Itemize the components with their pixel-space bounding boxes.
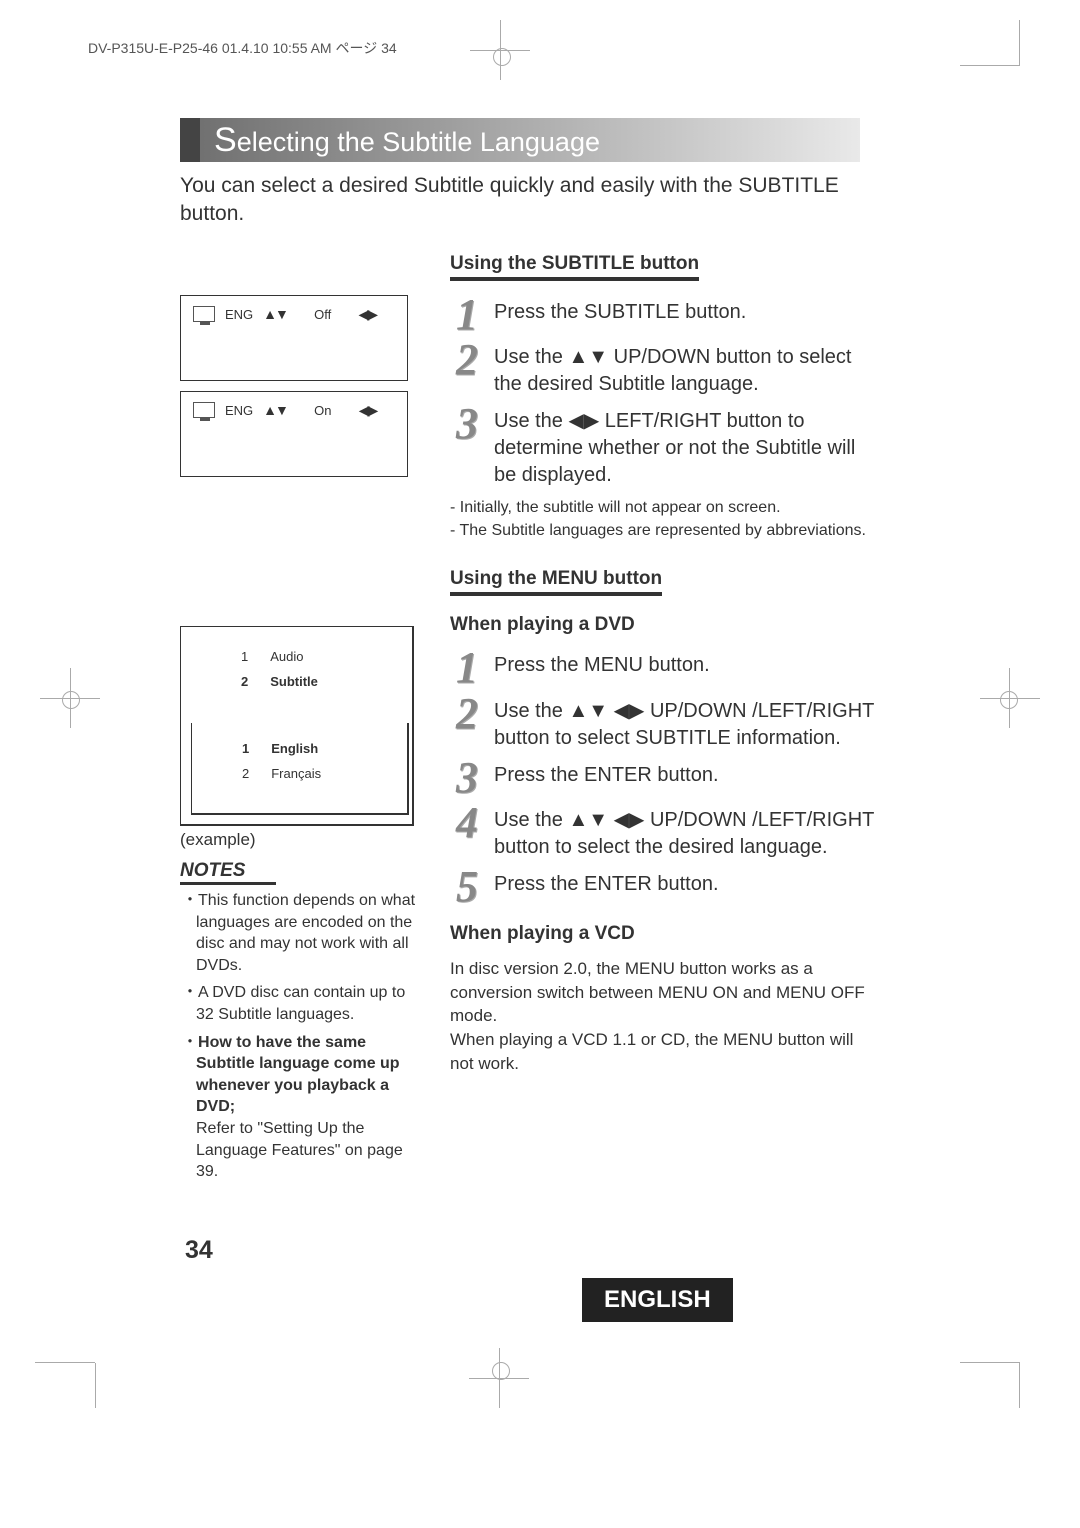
step-number: 5: [450, 867, 484, 907]
crop-mark: [95, 1363, 96, 1408]
step-2: 2 Use the ▲▼ ◀▶ UP/DOWN /LEFT/RIGHT butt…: [450, 694, 880, 752]
tv-icon: [193, 402, 215, 418]
sub-heading-dvd: When playing a DVD: [450, 614, 880, 636]
step-number: 4: [450, 803, 484, 861]
step-footnotes: - Initially, the subtitle will not appea…: [450, 497, 880, 542]
crop-mark: [70, 668, 71, 728]
step-number: 2: [450, 340, 484, 398]
notes-heading: NOTES: [180, 860, 261, 882]
page-title: Selecting the Subtitle Language: [214, 121, 600, 160]
crop-mark: [35, 1362, 95, 1363]
left-right-arrows-icon: ◀▶: [358, 306, 376, 323]
step-text: Press the ENTER button.: [494, 758, 719, 798]
step-5: 5 Press the ENTER button.: [450, 867, 880, 907]
step-text: Press the ENTER button.: [494, 867, 719, 907]
step-number: 1: [450, 295, 484, 335]
page-number: 34: [185, 1236, 213, 1265]
page-content: Selecting the Subtitle Language You can …: [180, 118, 880, 1215]
osd-state: Off: [314, 307, 331, 322]
step-3: 3 Use the ◀▶ LEFT/RIGHT button to determ…: [450, 404, 880, 489]
crop-mark: [469, 1378, 529, 1379]
crop-mark: [470, 50, 530, 51]
step-number: 1: [450, 648, 484, 688]
step-text: Press the SUBTITLE button.: [494, 295, 746, 335]
step-4: 4 Use the ▲▼ ◀▶ UP/DOWN /LEFT/RIGHT butt…: [450, 803, 880, 861]
notes-item: How to have the same Subtitle language c…: [196, 1032, 424, 1183]
menu-example-box: 1Audio 2Subtitle 1English 2Français: [180, 626, 414, 826]
vcd-note: In disc version 2.0, the MENU button wor…: [450, 957, 880, 1076]
intro-text: You can select a desired Subtitle quickl…: [180, 172, 880, 229]
step-1: 1 Press the SUBTITLE button.: [450, 295, 880, 335]
crop-mark: [1009, 668, 1010, 728]
notes-item: A DVD disc can contain up to 32 Subtitle…: [196, 982, 424, 1025]
title-marker: [180, 118, 200, 162]
crop-mark: [1019, 1363, 1020, 1408]
step-2: 2 Use the ▲▼ UP/DOWN button to select th…: [450, 340, 880, 398]
up-down-arrows-icon: ▲▼: [263, 306, 287, 322]
crop-mark: [1019, 20, 1020, 65]
osd-state: On: [314, 403, 331, 418]
page-title-bar: Selecting the Subtitle Language: [180, 118, 860, 162]
crop-mark: [960, 1362, 1020, 1363]
sub-heading-vcd: When playing a VCD: [450, 923, 880, 945]
osd-box-on: ENG ▲▼ On ◀▶: [180, 391, 408, 477]
osd-box-off: ENG ▲▼ Off ◀▶: [180, 295, 408, 381]
step-text: Use the ◀▶ LEFT/RIGHT button to determin…: [494, 404, 880, 489]
osd-lang: ENG: [225, 403, 253, 418]
notes-list: This function depends on what languages …: [180, 890, 424, 1183]
step-text: Press the MENU button.: [494, 648, 710, 688]
language-tab: ENGLISH: [582, 1278, 733, 1322]
print-header: DV-P315U-E-P25-46 01.4.10 10:55 AM ページ 3…: [88, 38, 397, 58]
step-number: 3: [450, 758, 484, 798]
left-right-arrows-icon: ◀▶: [359, 402, 377, 419]
tv-icon: [193, 306, 215, 322]
osd-lang: ENG: [225, 307, 253, 322]
step-number: 3: [450, 404, 484, 489]
step-number: 2: [450, 694, 484, 752]
section-heading-menu-button: Using the MENU button: [450, 568, 662, 596]
section-heading-subtitle-button: Using the SUBTITLE button: [450, 253, 699, 281]
up-down-arrows-icon: ▲▼: [263, 402, 287, 418]
crop-mark: [980, 698, 1040, 699]
crop-mark: [960, 65, 1020, 66]
step-text: Use the ▲▼ UP/DOWN button to select the …: [494, 340, 880, 398]
step-text: Use the ▲▼ ◀▶ UP/DOWN /LEFT/RIGHT button…: [494, 803, 880, 861]
step-1: 1 Press the MENU button.: [450, 648, 880, 688]
step-3: 3 Press the ENTER button.: [450, 758, 880, 798]
example-label: (example): [180, 830, 424, 850]
notes-item: This function depends on what languages …: [196, 890, 424, 976]
step-text: Use the ▲▼ ◀▶ UP/DOWN /LEFT/RIGHT button…: [494, 694, 880, 752]
